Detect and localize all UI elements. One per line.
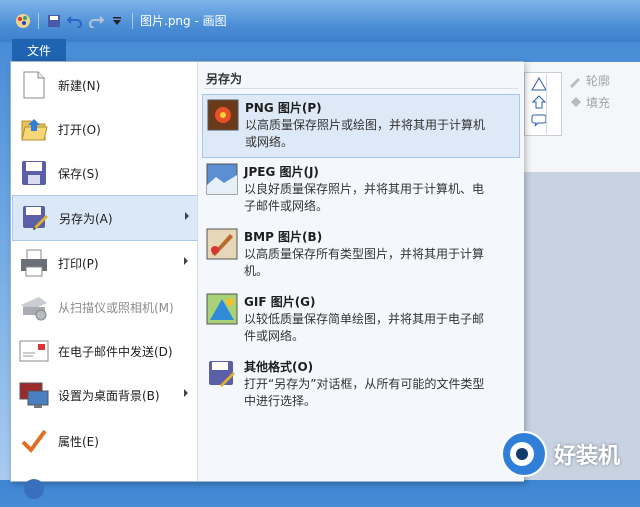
- submenu-item-description: 以高质量保存照片或绘图，并将其用于计算机或网络。: [245, 118, 486, 149]
- submenu-arrow-icon: [184, 389, 188, 397]
- file-menu: 新建(N) 打开(O) 保存(S) 另存为(A) 打印(P) 从扫描仪或照相机(…: [10, 61, 524, 499]
- new-file-icon: [18, 69, 50, 101]
- submenu-heading: 另存为: [206, 72, 243, 86]
- outline-label: 轮廓: [586, 74, 611, 88]
- redo-icon[interactable]: [87, 12, 105, 30]
- submenu-item-title: JPEG 图片(J): [244, 165, 319, 179]
- other-formats-icon: [209, 361, 235, 387]
- menu-item-print[interactable]: 打印(P): [12, 241, 196, 285]
- submenu-item-title: PNG 图片(P): [245, 101, 322, 115]
- properties-checkmark-icon: [18, 425, 50, 457]
- fill-label: 填充: [586, 96, 611, 110]
- file-menu-commands: 新建(N) 打开(O) 保存(S) 另存为(A) 打印(P) 从扫描仪或照相机(…: [11, 62, 198, 499]
- watermark-eye-icon: [501, 431, 547, 477]
- menu-item-send-email[interactable]: 在电子邮件中发送(D): [12, 329, 196, 373]
- outline-icon: [570, 77, 580, 88]
- save-as-gif[interactable]: GIF 图片(G) 以较低质量保存简单绘图，并将其用于电子邮件或网络。: [202, 289, 518, 351]
- fill-bucket-icon: [571, 96, 581, 107]
- save-as-png[interactable]: PNG 图片(P) 以高质量保存照片或绘图，并将其用于计算机或网络。: [202, 94, 520, 158]
- toolbar-separator: [132, 13, 133, 29]
- submenu-arrow-icon: [184, 257, 188, 265]
- submenu-item-title: BMP 图片(B): [244, 230, 323, 244]
- callout-shape-icon[interactable]: [531, 113, 547, 127]
- submenu-divider: [204, 88, 518, 89]
- undo-icon[interactable]: [66, 12, 84, 30]
- gif-image-icon: [206, 293, 238, 325]
- fill-button[interactable]: 填充: [568, 94, 610, 111]
- customize-toolbar-icon[interactable]: [108, 12, 126, 30]
- outline-button[interactable]: 轮廓: [568, 72, 610, 89]
- save-icon[interactable]: [45, 12, 63, 30]
- menu-item-label: 另存为(A): [59, 211, 113, 226]
- toolbar-separator: [38, 13, 39, 29]
- submenu-item-title: 其他格式(O): [244, 360, 314, 374]
- menu-item-label: 属性(E): [58, 434, 99, 449]
- submenu-item-description: 以良好质量保存照片，并将其用于计算机、电子邮件或网络。: [244, 182, 485, 213]
- scanner-icon: [18, 291, 50, 323]
- save-disk-icon: [18, 157, 50, 189]
- menu-item-label: 设置为桌面背景(B): [58, 388, 160, 403]
- open-folder-icon: [18, 113, 50, 145]
- printer-icon: [18, 247, 50, 279]
- jpeg-image-icon: [206, 163, 238, 195]
- menu-item-from-scanner: 从扫描仪或照相机(M): [12, 285, 196, 329]
- menu-item-label: 新建(N): [58, 78, 101, 93]
- save-as-other-formats[interactable]: 其他格式(O) 打开“另存为”对话框，从所有可能的文件类型中进行选择。: [202, 354, 518, 416]
- watermark-logo: 好装机: [500, 428, 640, 480]
- menu-item-save[interactable]: 保存(S): [12, 151, 196, 195]
- submenu-item-title: GIF 图片(G): [244, 295, 316, 309]
- about-icon: [18, 469, 50, 501]
- email-icon: [18, 335, 50, 367]
- quick-access-toolbar: [14, 10, 136, 32]
- png-image-icon: [207, 99, 239, 131]
- menu-item-label: 在电子邮件中发送(D): [58, 344, 173, 359]
- file-tab[interactable]: 文件: [12, 39, 66, 61]
- desktop-background-icon: [18, 379, 50, 411]
- menu-item-set-desktop-background[interactable]: 设置为桌面背景(B): [12, 373, 196, 417]
- save-as-submenu: 另存为 PNG 图片(P) 以高质量保存照片或绘图，并将其用于计算机或网络。 J…: [197, 62, 524, 481]
- menu-item-label: 打印(P): [58, 256, 99, 271]
- submenu-item-description: 以较低质量保存简单绘图，并将其用于电子邮件或网络。: [244, 312, 485, 343]
- save-as-jpeg[interactable]: JPEG 图片(J) 以良好质量保存照片，并将其用于计算机、电子邮件或网络。: [202, 159, 518, 221]
- menu-item-properties[interactable]: 属性(E): [12, 419, 196, 463]
- save-as-icon: [19, 202, 51, 234]
- menu-item-save-as[interactable]: 另存为(A): [12, 195, 198, 241]
- submenu-arrow-icon: [185, 212, 189, 220]
- title-bar: 图片.png - 画图: [0, 0, 640, 42]
- submenu-item-description: 打开“另存为”对话框，从所有可能的文件类型中进行选择。: [244, 377, 485, 408]
- window-title: 图片.png - 画图: [140, 14, 227, 28]
- bmp-image-icon: [206, 228, 238, 260]
- shapes-scrollbar[interactable]: [546, 74, 559, 134]
- menu-item-new[interactable]: 新建(N): [12, 63, 196, 107]
- menu-item-label: 保存(S): [58, 166, 99, 181]
- save-as-bmp[interactable]: BMP 图片(B) 以高质量保存所有类型图片，并将其用于计算机。: [202, 224, 518, 286]
- triangle-shape-icon[interactable]: [531, 77, 547, 91]
- arrow-up-shape-icon[interactable]: [531, 95, 547, 109]
- menu-item-label: 从扫描仪或照相机(M): [58, 300, 174, 315]
- menu-item-about-partial[interactable]: [12, 463, 196, 507]
- submenu-item-description: 以高质量保存所有类型图片，并将其用于计算机。: [244, 247, 485, 278]
- watermark-text: 好装机: [554, 444, 621, 469]
- menu-item-label: 打开(O): [58, 122, 101, 137]
- paint-app-icon[interactable]: [14, 12, 32, 30]
- menu-item-open[interactable]: 打开(O): [12, 107, 196, 151]
